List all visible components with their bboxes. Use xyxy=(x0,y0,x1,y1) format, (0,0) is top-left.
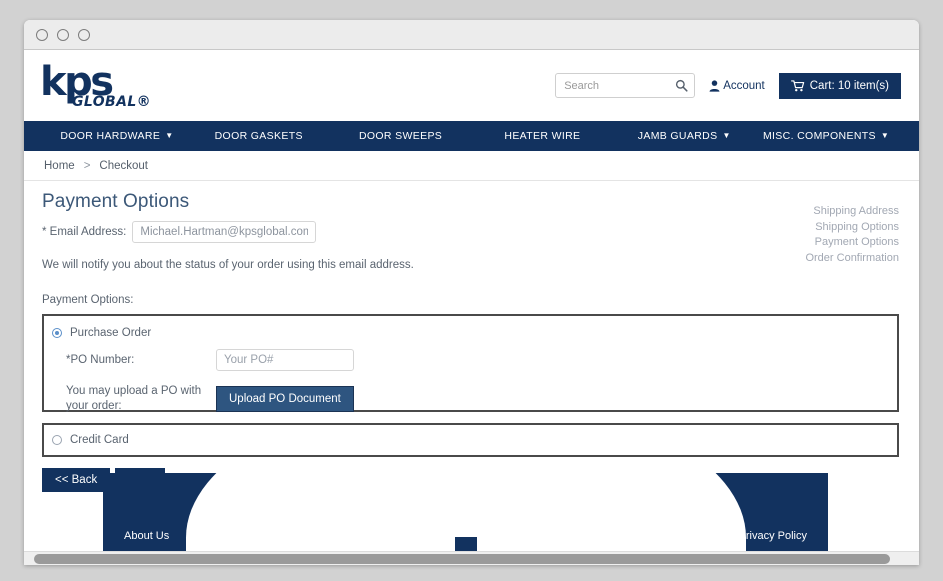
nav-label: DOOR GASKETS xyxy=(214,130,303,142)
nav-label: JAMB GUARDS xyxy=(637,130,718,142)
purchase-order-panel[interactable]: Purchase Order *PO Number: You may uploa… xyxy=(42,314,899,412)
chevron-down-icon: ▼ xyxy=(722,131,731,140)
about-us-link[interactable]: About Us xyxy=(124,530,169,542)
purchase-order-radio-row[interactable]: Purchase Order xyxy=(44,327,897,339)
nav-label: DOOR SWEEPS xyxy=(358,130,443,142)
privacy-policy-link[interactable]: Privacy Policy xyxy=(739,530,807,542)
breadcrumb: Home > Checkout xyxy=(24,151,919,181)
email-label: * Email Address: xyxy=(42,226,127,238)
step-shipping-address[interactable]: Shipping Address xyxy=(805,204,899,220)
search-input[interactable] xyxy=(564,79,676,92)
nav-item-jamb-guards[interactable]: JAMB GUARDS ▼ xyxy=(613,130,755,142)
nav-label: HEATER WIRE xyxy=(504,130,581,142)
breadcrumb-current: Checkout xyxy=(99,160,148,172)
maximize-circle-icon[interactable] xyxy=(78,28,90,41)
step-shipping-options[interactable]: Shipping Options xyxy=(805,220,899,236)
breadcrumb-home[interactable]: Home xyxy=(44,160,75,172)
account-link[interactable]: Account xyxy=(709,80,765,92)
nav-item-door-sweeps[interactable]: DOOR SWEEPS xyxy=(330,130,472,142)
chevron-down-icon: ▼ xyxy=(165,131,174,140)
purchase-order-label: Purchase Order xyxy=(70,327,152,339)
site-footer: About Us Privacy Policy xyxy=(103,473,828,553)
nav-label: DOOR HARDWARE xyxy=(60,130,161,142)
step-order-confirmation[interactable]: Order Confirmation xyxy=(805,251,899,267)
checkout-steps: Shipping Address Shipping Options Paymen… xyxy=(805,204,899,266)
nav-item-door-hardware[interactable]: DOOR HARDWARE ▼ xyxy=(46,130,188,142)
credit-card-panel[interactable]: Credit Card xyxy=(42,423,899,457)
purchase-order-radio[interactable] xyxy=(52,328,62,338)
user-icon xyxy=(709,79,720,92)
main-navigation: DOOR HARDWARE ▼ DOOR GASKETS DOOR SWEEPS… xyxy=(24,121,919,151)
cart-label: Cart: 10 item(s) xyxy=(809,79,889,92)
po-number-row: *PO Number: xyxy=(44,349,897,371)
email-note: We will notify you about the status of y… xyxy=(42,259,414,271)
nav-item-misc-components[interactable]: MISC. COMPONENTS ▼ xyxy=(755,130,897,142)
credit-card-radio-row[interactable]: Credit Card xyxy=(44,434,129,446)
horizontal-scrollbar[interactable] xyxy=(24,551,919,565)
browser-titlebar xyxy=(24,20,919,50)
page-body: Shipping Address Shipping Options Paymen… xyxy=(24,181,919,492)
po-upload-label: You may upload a PO with your order: xyxy=(66,385,202,412)
email-row: * Email Address: xyxy=(42,221,899,243)
breadcrumb-separator: > xyxy=(83,160,91,172)
site-logo[interactable]: kps GLOBAL® xyxy=(40,62,151,109)
email-field[interactable] xyxy=(132,221,317,243)
close-circle-icon[interactable] xyxy=(36,28,48,41)
header-utilities: Account Cart: 10 item(s) xyxy=(555,72,901,99)
chevron-down-icon: ▼ xyxy=(880,131,890,140)
page-title: Payment Options xyxy=(42,191,190,212)
step-payment-options[interactable]: Payment Options xyxy=(805,235,899,251)
site-header: kps GLOBAL® Search Account Cart: 10 item… xyxy=(24,50,919,121)
po-number-input[interactable] xyxy=(216,349,354,371)
credit-card-label: Credit Card xyxy=(70,434,129,446)
account-label: Account xyxy=(723,79,765,92)
upload-po-document-button[interactable]: Upload PO Document xyxy=(216,385,354,412)
browser-window: kps GLOBAL® Search Account Cart: 10 item… xyxy=(24,20,919,565)
cart-icon xyxy=(790,79,805,92)
back-button[interactable]: << Back xyxy=(42,468,111,492)
minimize-circle-icon[interactable] xyxy=(57,28,69,41)
nav-label: MISC. COMPONENTS xyxy=(762,130,876,142)
nav-item-door-gaskets[interactable]: DOOR GASKETS xyxy=(188,130,330,142)
search-box[interactable] xyxy=(555,73,696,98)
logo-tagline: GLOBAL® xyxy=(72,94,152,110)
po-number-label: *PO Number: xyxy=(66,354,135,366)
po-upload-row: You may upload a PO with your order: Upl… xyxy=(44,384,897,413)
search-icon[interactable] xyxy=(675,79,688,92)
credit-card-radio[interactable] xyxy=(52,435,62,445)
nav-item-heater-wire[interactable]: HEATER WIRE xyxy=(471,130,613,142)
scrollbar-thumb[interactable] xyxy=(34,554,890,564)
payment-options-label: Payment Options: xyxy=(42,294,134,306)
cart-button[interactable]: Cart: 10 item(s) xyxy=(778,72,901,99)
